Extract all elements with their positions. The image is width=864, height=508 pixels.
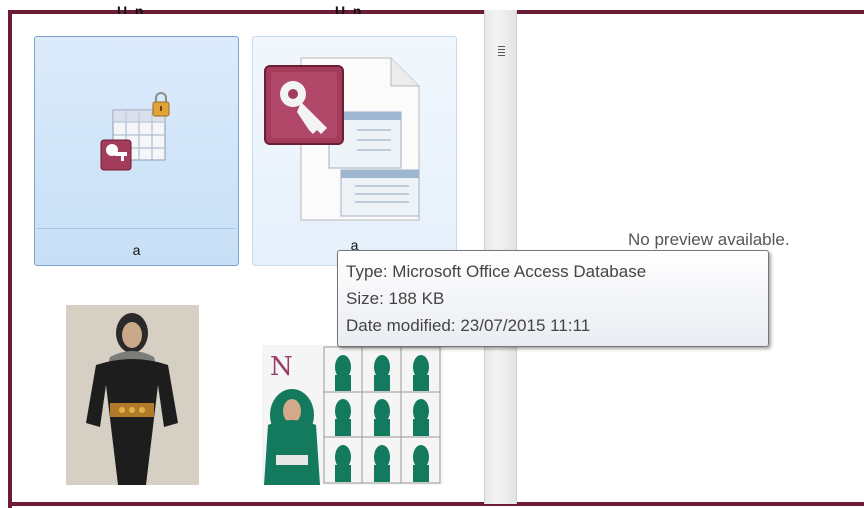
frame-border-bottom	[8, 502, 864, 506]
tooltip-size: Size: 188 KB	[346, 289, 445, 308]
svg-text:N: N	[270, 352, 293, 382]
preview-pane-message: No preview available.	[628, 230, 790, 249]
item-label-above-1: U_n	[117, 3, 144, 14]
file-info-tooltip: Type: Microsoft Office Access Database S…	[337, 250, 769, 347]
tooltip-type: Type: Microsoft Office Access Database	[346, 262, 647, 281]
frame-border-left	[8, 10, 12, 508]
access-table-lock-icon	[100, 92, 170, 171]
file-item-name: a	[132, 242, 141, 258]
hijab-dress-drawing-image	[66, 305, 199, 485]
file-item-hover[interactable]: a	[252, 36, 457, 266]
item-label-above-2: U_n	[335, 3, 362, 14]
image-thumbnail-1[interactable]	[66, 305, 199, 485]
image-thumbnail-2[interactable]: N	[262, 345, 443, 485]
scrollbar-grip-icon[interactable]	[498, 46, 505, 58]
file-item-selected[interactable]: a	[34, 36, 239, 266]
hijab-tutorial-collage-image: N	[262, 345, 443, 485]
access-database-file-icon	[264, 57, 420, 221]
tooltip-date-modified: Date modified: 23/07/2015 11:11	[346, 316, 591, 335]
